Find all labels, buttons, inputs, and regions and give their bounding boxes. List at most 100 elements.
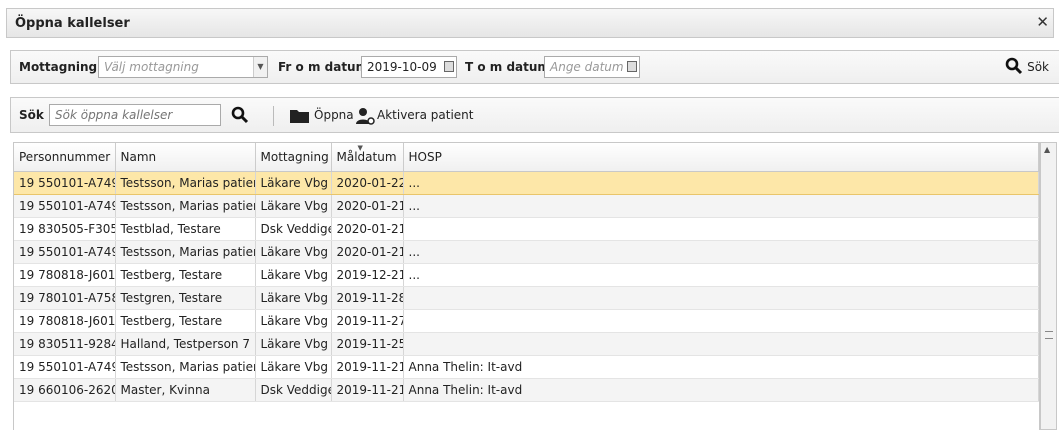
search-icon[interactable] (231, 106, 249, 124)
cell-namn: Master, Kvinna (115, 378, 256, 402)
column-header-maldatum-label: Måldatum (336, 150, 397, 164)
mottagning-placeholder: Välj mottagning (104, 60, 199, 74)
cell-personnummer: 19 660106-2620 (14, 378, 116, 402)
cell-namn: Halland, Testperson 7 (115, 332, 256, 356)
user-icon (356, 108, 375, 125)
cell-namn: Testberg, Testare (115, 263, 256, 287)
toolbar: Sök Öppna Aktivera patient (10, 97, 1059, 133)
cell-hosp (403, 309, 1039, 333)
cell-hosp: ... (403, 194, 1039, 218)
column-header-namn[interactable]: Namn (115, 143, 256, 172)
cell-maldatum: 2019-11-21 (331, 355, 404, 379)
cell-hosp: Anna Thelin: It-avd (403, 355, 1039, 379)
cell-namn: Testsson, Marias patient (115, 194, 256, 218)
cell-mottagning: Dsk Veddige (255, 217, 332, 241)
calendar-icon[interactable] (627, 61, 637, 72)
appointments-table: Personnummer Namn Mottagning ▼ Måldatum H… (14, 143, 1039, 402)
folder-icon (290, 110, 309, 123)
sort-desc-icon: ▼ (357, 144, 363, 152)
table-row[interactable]: 19 550101-A749 Testsson, Marias patient Lä… (14, 240, 1039, 264)
cell-personnummer: 19 550101-A749 (14, 355, 116, 379)
cell-maldatum: 2019-12-21 (331, 263, 404, 287)
table-header-row: Personnummer Namn Mottagning ▼ Måldatum H… (14, 143, 1039, 172)
cell-mottagning: Läkare Vbg (255, 355, 332, 379)
cell-maldatum: 2020-01-21 (331, 217, 404, 241)
search-button[interactable]: Sök (1005, 56, 1049, 78)
tom-date-label: T o m datum (465, 60, 550, 74)
cell-maldatum: 2020-01-21 (331, 194, 404, 218)
cell-namn: Testblad, Testare (115, 217, 256, 241)
table-row[interactable]: 19 830505-F305 Testblad, Testare Dsk Veddi… (14, 217, 1039, 241)
cell-mottagning: Läkare Vbg (255, 332, 332, 356)
cell-mottagning: Dsk Veddige (255, 378, 332, 402)
cell-maldatum: 2020-01-22 (331, 171, 404, 195)
cell-personnummer: 19 780818-J601 (14, 309, 116, 333)
cell-personnummer: 19 550101-A749 (14, 171, 116, 195)
appointments-grid: Personnummer Namn Mottagning ▼ Måldatum H… (13, 142, 1040, 430)
open-button-label: Öppna (314, 108, 354, 122)
table-row[interactable]: 19 830511-9284 Halland, Testperson 7 Läkar… (14, 332, 1039, 356)
mottagning-label: Mottagning (19, 60, 98, 74)
cell-namn: Testsson, Marias patient (115, 240, 256, 264)
column-header-personnummer[interactable]: Personnummer (14, 143, 116, 172)
scroll-grip-icon[interactable] (1045, 331, 1053, 339)
cell-maldatum: 2019-11-21 (331, 378, 404, 402)
column-header-mottagning[interactable]: Mottagning (255, 143, 332, 172)
column-header-hosp[interactable]: HOSP (403, 143, 1039, 172)
cell-hosp: ... (403, 263, 1039, 287)
filter-bar: Mottagning Välj mottagning ▼ Fr o m datu… (10, 50, 1059, 84)
cell-hosp (403, 286, 1039, 310)
cell-hosp (403, 217, 1039, 241)
cell-maldatum: 2019-11-25 (331, 332, 404, 356)
cell-namn: Testsson, Marias patient (115, 355, 256, 379)
search-icon (1005, 57, 1023, 75)
mottagning-select[interactable]: Välj mottagning ▼ (98, 56, 268, 78)
cell-personnummer: 19 830511-9284 (14, 332, 116, 356)
cell-personnummer: 19 830505-F305 (14, 217, 116, 241)
table-row[interactable]: 19 780101-A758 Testgren, Testare Läkare Vb… (14, 286, 1039, 310)
column-header-maldatum[interactable]: ▼ Måldatum (331, 143, 404, 172)
table-row[interactable]: 19 780818-J601 Testberg, Testare Läkare Vb… (14, 309, 1039, 333)
cell-hosp: ... (403, 171, 1039, 195)
window-titlebar: Öppna kallelser ✕ (6, 8, 1054, 38)
close-icon[interactable]: ✕ (1036, 13, 1049, 31)
cell-mottagning: Läkare Vbg (255, 194, 332, 218)
chevron-down-icon[interactable]: ▼ (253, 57, 267, 77)
cell-personnummer: 19 550101-A749 (14, 240, 116, 264)
search-label: Sök (19, 108, 44, 122)
search-button-label: Sök (1027, 60, 1049, 74)
calendar-icon[interactable] (444, 61, 454, 72)
toolbar-divider (273, 106, 274, 126)
cell-hosp: Anna Thelin: It-avd (403, 378, 1039, 402)
cell-mottagning: Läkare Vbg (255, 263, 332, 287)
table-row[interactable]: 19 550101-A749 Testsson, Marias patient Lä… (14, 194, 1039, 218)
cell-mottagning: Läkare Vbg (255, 171, 332, 195)
search-input[interactable] (49, 104, 221, 126)
cell-personnummer: 19 780818-J601 (14, 263, 116, 287)
scroll-up-icon[interactable]: ▲ (1044, 145, 1050, 154)
table-row[interactable]: 19 780818-J601 Testberg, Testare Läkare Vb… (14, 263, 1039, 287)
cell-mottagning: Läkare Vbg (255, 309, 332, 333)
table-row[interactable]: 19 550101-A749 Testsson, Marias patient Lä… (14, 355, 1039, 379)
from-date-value: 2019-10-09 (367, 60, 437, 74)
cell-mottagning: Läkare Vbg (255, 286, 332, 310)
cell-maldatum: 2019-11-27 (331, 309, 404, 333)
cell-maldatum: 2019-11-28 (331, 286, 404, 310)
cell-namn: Testberg, Testare (115, 309, 256, 333)
window-title: Öppna kallelser (15, 16, 130, 31)
cell-maldatum: 2020-01-21 (331, 240, 404, 264)
from-date-label: Fr o m datum (278, 60, 369, 74)
from-date-field[interactable]: 2019-10-09 (361, 56, 457, 78)
table-row[interactable]: 19 660106-2620 Master, Kvinna Dsk Veddige 2… (14, 378, 1039, 402)
table-row[interactable]: 19 550101-A749 Testsson, Marias patient Lä… (14, 171, 1039, 195)
cell-namn: Testgren, Testare (115, 286, 256, 310)
cell-namn: Testsson, Marias patient (115, 171, 256, 195)
cell-hosp (403, 332, 1039, 356)
activate-patient-label: Aktivera patient (377, 108, 474, 122)
cell-personnummer: 19 550101-A749 (14, 194, 116, 218)
cell-mottagning: Läkare Vbg (255, 240, 332, 264)
cell-personnummer: 19 780101-A758 (14, 286, 116, 310)
cell-hosp: ... (403, 240, 1039, 264)
vertical-scrollbar[interactable]: ▲ (1040, 142, 1057, 430)
tom-date-field[interactable]: Ange datum (544, 56, 640, 78)
